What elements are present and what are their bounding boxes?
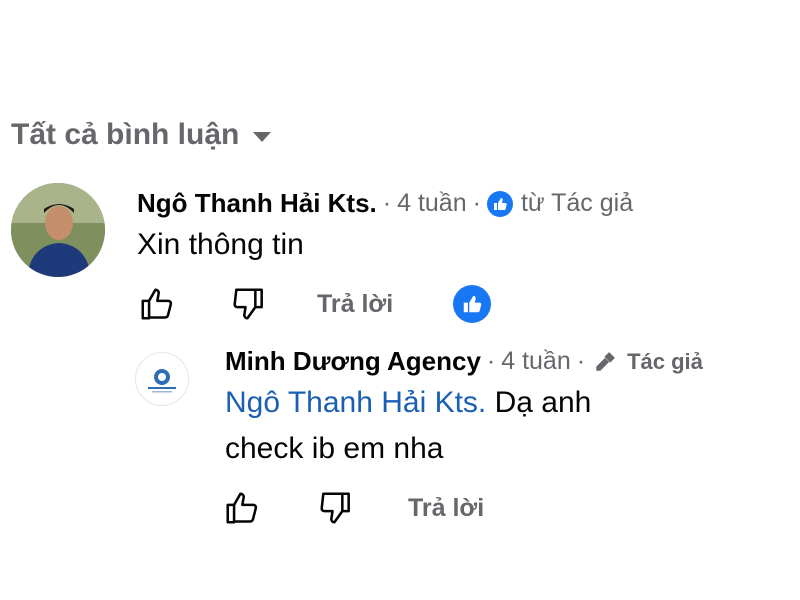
comment-time[interactable]: 4 tuần — [397, 189, 467, 218]
reply-author[interactable]: Minh Dương Agency — [225, 346, 481, 377]
thumbs-up-icon — [226, 492, 258, 524]
dislike-button[interactable] — [229, 284, 269, 324]
like-button[interactable] — [222, 488, 262, 528]
comment-meta: Ngô Thanh Hải Kts. · 4 tuần · từ Tác giả — [137, 188, 634, 219]
comment-filter-label: Tất cả bình luận — [11, 118, 240, 151]
author-badge-label: từ Tác giả — [520, 189, 634, 217]
reply-text-line2: check ib em nha — [225, 432, 444, 465]
avatar[interactable] — [11, 183, 105, 277]
comment-actions: Trả lời — [137, 284, 492, 324]
reply-actions: Trả lời — [222, 488, 484, 528]
comment-text: Xin thông tin — [137, 228, 304, 261]
avatar-photo — [11, 183, 105, 277]
microphone-icon — [596, 351, 615, 371]
thumbs-up-icon — [141, 288, 173, 320]
reply-button[interactable]: Trả lời — [408, 494, 484, 523]
agency-logo-icon — [148, 369, 176, 393]
comment-filter-dropdown[interactable]: Tất cả bình luận — [11, 118, 272, 152]
dislike-button[interactable] — [316, 488, 356, 528]
mention-link[interactable]: Ngô Thanh Hải Kts. — [225, 386, 486, 419]
author-badge-label: Tác giả — [627, 348, 703, 374]
thumbs-down-icon — [320, 492, 350, 524]
like-icon — [486, 190, 513, 217]
like-reaction-icon[interactable] — [453, 285, 492, 323]
thumbs-down-icon — [233, 288, 263, 320]
author-liked-badge: từ Tác giả — [486, 189, 634, 218]
reply-button[interactable]: Trả lời — [317, 290, 393, 319]
reply-time[interactable]: 4 tuần — [501, 347, 571, 376]
reply-text: Ngô Thanh Hải Kts. Dạ anh check ib em nh… — [225, 380, 591, 472]
reply-text-line1: Dạ anh — [494, 386, 592, 419]
avatar[interactable] — [135, 352, 189, 406]
comment-author[interactable]: Ngô Thanh Hải Kts. — [137, 188, 377, 219]
chevron-down-icon — [253, 132, 272, 142]
like-button[interactable] — [137, 284, 177, 324]
author-badge: Tác giả — [591, 348, 703, 376]
reply-meta: Minh Dương Agency · 4 tuần · Tác giả — [225, 346, 703, 377]
